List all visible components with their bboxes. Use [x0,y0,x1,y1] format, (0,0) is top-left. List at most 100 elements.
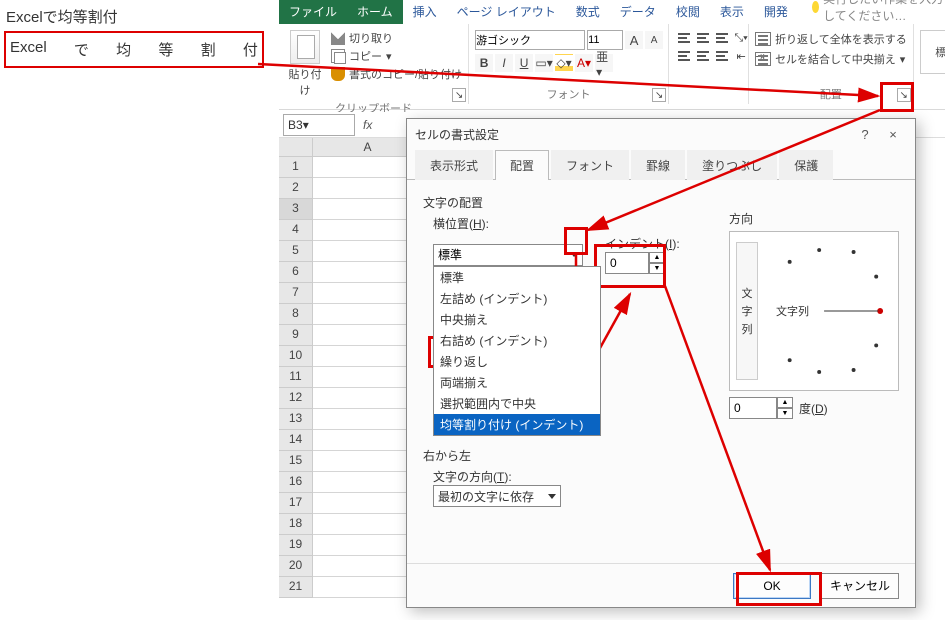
copy-button[interactable]: コピー ▾ [331,48,462,64]
orientation-button[interactable]: ⤡▾ [732,30,750,46]
row-header-13[interactable]: 13 [279,409,313,430]
fx-icon[interactable]: fx [363,118,372,132]
indent-spin-up[interactable]: ▲ [649,252,665,263]
row-header-12[interactable]: 12 [279,388,313,409]
indent-decrease[interactable]: ⇤ [732,48,750,64]
h-option-right[interactable]: 右詰め (インデント) [434,330,600,351]
row-header-11[interactable]: 11 [279,367,313,388]
align-bottom[interactable] [713,30,731,46]
degree-spinner[interactable] [729,397,777,419]
select-all-corner[interactable] [279,138,313,157]
cancel-button[interactable]: キャンセル [821,573,899,599]
row-header-1[interactable]: 1 [279,157,313,178]
text-direction-combo[interactable]: 最初の文字に依存 [433,485,561,507]
dlg-tab-alignment[interactable]: 配置 [495,150,549,180]
h-option-standard[interactable]: 標準 [434,267,600,288]
row-header-3[interactable]: 3 [279,199,313,220]
row-header-9[interactable]: 9 [279,325,313,346]
tell-me[interactable]: 実行したい作業を入力してください… [798,0,945,24]
tab-insert[interactable]: 挿入 [403,0,447,24]
h-option-distributed[interactable]: 均等割り付け (インデント) [434,414,600,435]
h-option-left[interactable]: 左詰め (インデント) [434,288,600,309]
spread-char: 割 [201,39,216,60]
align-middle[interactable] [694,30,712,46]
row-header-19[interactable]: 19 [279,535,313,556]
row-header-18[interactable]: 18 [279,514,313,535]
wrap-text-button[interactable]: 折り返して全体を表示する [755,30,907,48]
row-header-16[interactable]: 16 [279,472,313,493]
font-color-button[interactable]: A▾ [575,54,593,72]
ok-button[interactable]: OK [733,573,811,599]
dlg-tab-protection[interactable]: 保護 [779,150,833,180]
tab-developer[interactable]: 開発 [754,0,798,24]
row-header-7[interactable]: 7 [279,283,313,304]
fill-color-button[interactable]: ◇▾ [555,54,573,72]
align-center[interactable] [694,48,712,64]
horizontal-align-dropdown-button[interactable] [565,244,583,266]
horizontal-align-dropdown-list: 標準 左詰め (インデント) 中央揃え 右詰め (インデント) 繰り返し 両端揃… [433,266,601,436]
row-header-5[interactable]: 5 [279,241,313,262]
orientation-vertical-button[interactable]: 文字列 [736,242,758,380]
merge-center-button[interactable]: セルを結合して中央揃え ▾ [755,50,905,68]
font-launcher[interactable]: ↘ [652,88,666,102]
indent-spin-down[interactable]: ▼ [649,263,665,274]
tab-review[interactable]: 校閲 [666,0,710,24]
number-format-sample[interactable]: 標準 [920,30,945,74]
tutorial-title: Excelで均等割付 [4,2,264,31]
row-header-15[interactable]: 15 [279,451,313,472]
tab-layout[interactable]: ページ レイアウト [447,0,566,24]
degree-spin-down[interactable]: ▼ [777,408,793,419]
orientation-dial[interactable]: 文字列 [770,242,888,380]
align-left[interactable] [675,48,693,64]
dialog-help-button[interactable]: ? [851,123,879,145]
row-header-6[interactable]: 6 [279,262,313,283]
clipboard-launcher[interactable]: ↘ [452,88,466,102]
row-header-2[interactable]: 2 [279,178,313,199]
font-name-select[interactable] [475,30,585,50]
row-header-10[interactable]: 10 [279,346,313,367]
row-header-17[interactable]: 17 [279,493,313,514]
orientation-preview[interactable]: 文字列 文字列 [729,231,899,391]
align-right[interactable] [713,48,731,64]
cut-button[interactable]: 切り取り [331,30,462,46]
row-header-4[interactable]: 4 [279,220,313,241]
italic-button[interactable]: I [495,54,513,72]
tell-me-text: 実行したい作業を入力してください… [823,0,945,24]
name-box[interactable]: B3 ▾ [283,114,355,136]
dialog-close-button[interactable]: × [879,123,907,145]
dlg-tab-number[interactable]: 表示形式 [415,150,493,180]
underline-button[interactable]: U [515,54,533,72]
tab-data[interactable]: データ [610,0,666,24]
row-header-20[interactable]: 20 [279,556,313,577]
degree-spin-up[interactable]: ▲ [777,397,793,408]
text-alignment-section: 文字の配置 [423,194,899,211]
grow-font-button[interactable]: A [625,31,643,49]
indent-spinner[interactable] [605,252,649,274]
text-direction-value: 最初の文字に依存 [438,488,534,505]
tab-home[interactable]: ホーム [347,0,403,24]
h-option-center[interactable]: 中央揃え [434,309,600,330]
bold-button[interactable]: B [475,54,493,72]
tab-file[interactable]: ファイル [279,0,347,24]
paste-icon[interactable] [290,30,320,64]
dlg-tab-font[interactable]: フォント [551,150,629,180]
phonetic-button[interactable]: 亜▾ [595,54,613,72]
paste-button[interactable]: 貼り付け [285,66,325,98]
shrink-font-button[interactable]: A [645,31,663,49]
h-option-justify[interactable]: 両端揃え [434,372,600,393]
merge-icon [755,52,771,66]
row-header-21[interactable]: 21 [279,577,313,598]
horizontal-align-combo[interactable] [433,244,583,266]
row-header-14[interactable]: 14 [279,430,313,451]
dlg-tab-fill[interactable]: 塗りつぶし [687,150,777,180]
format-painter-button[interactable]: 書式のコピー/貼り付け [331,66,462,82]
tab-view[interactable]: 表示 [710,0,754,24]
h-option-fill[interactable]: 繰り返し [434,351,600,372]
border-button[interactable]: ▭▾ [535,54,553,72]
h-option-center-selection[interactable]: 選択範囲内で中央 [434,393,600,414]
tab-formulas[interactable]: 数式 [566,0,610,24]
alignment-launcher[interactable]: ↘ [897,88,911,102]
align-top[interactable] [675,30,693,46]
row-header-8[interactable]: 8 [279,304,313,325]
dlg-tab-border[interactable]: 罫線 [631,150,685,180]
